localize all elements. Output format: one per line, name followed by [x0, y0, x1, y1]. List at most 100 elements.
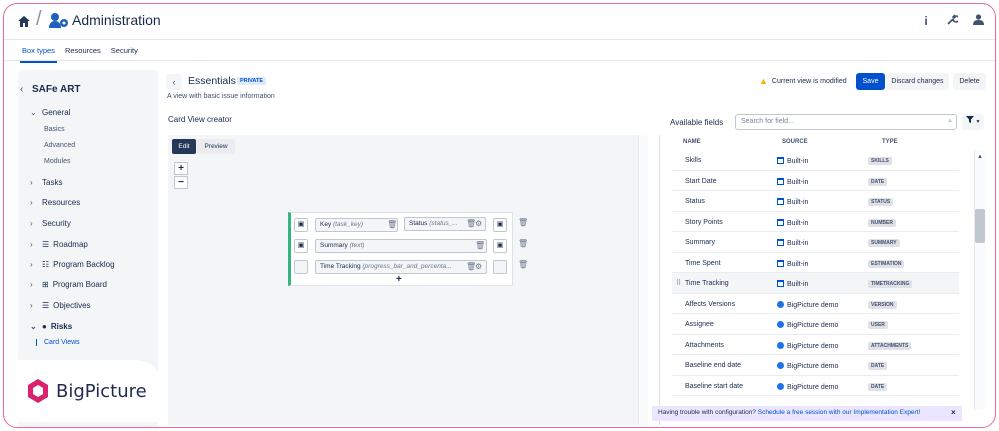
- field-type-badge: USER: [868, 321, 888, 329]
- field-type-badge: STATUS: [868, 198, 894, 206]
- sidebar-title: SAFe ART: [32, 84, 81, 95]
- field-summary[interactable]: Summary (text): [315, 239, 487, 253]
- warning-icon: ▲: [759, 76, 768, 86]
- chevron-left-icon[interactable]: ‹: [20, 84, 23, 95]
- fields-scrollbar[interactable]: [974, 150, 986, 410]
- sidebar-item-risks[interactable]: ⌄ ● Risks: [30, 322, 72, 331]
- scrollbar-thumb[interactable]: [975, 209, 985, 243]
- image-slot-icon[interactable]: ▣: [294, 239, 308, 253]
- field-type-badge: DATE: [868, 177, 888, 186]
- trash-icon[interactable]: 🗑: [518, 239, 528, 248]
- sidebar-item-label: Tasks: [42, 178, 63, 187]
- bigpicture-source-icon: [777, 300, 784, 308]
- zoom-out-button[interactable]: −: [174, 176, 188, 189]
- field-source-label: BigPicture demo: [787, 301, 839, 309]
- field-id: (task_key): [333, 221, 363, 228]
- field-source-cell: Built-in: [777, 198, 808, 206]
- column-header-name[interactable]: NAME: [683, 139, 701, 145]
- image-slot-icon[interactable]: ▣: [294, 218, 308, 232]
- table-row[interactable]: Skills Built-in SKILLS: [672, 150, 959, 171]
- edit-button[interactable]: Edit: [172, 139, 196, 154]
- info-icon[interactable]: i: [919, 14, 933, 28]
- chevron-down-icon: ⌄: [30, 322, 37, 331]
- table-row[interactable]: Status Built-in STATUS: [672, 191, 959, 212]
- logo-text: BigPicture: [56, 380, 147, 402]
- table-row[interactable]: Baseline end date BigPicture demo DATE: [672, 355, 959, 376]
- private-badge: PRIVATE: [237, 77, 267, 85]
- sidebar-item-objectives[interactable]: › ☰ Objectives: [30, 301, 91, 310]
- discard-changes-button[interactable]: Discard changes: [886, 73, 949, 90]
- sidebar-item-roadmap[interactable]: › ☰ Roadmap: [30, 240, 88, 249]
- filter-button[interactable]: ▼: [962, 114, 984, 130]
- table-row[interactable]: Start Date Built-in DATE: [672, 171, 959, 191]
- schedule-session-link[interactable]: Schedule a free session with our Impleme…: [758, 409, 921, 416]
- field-source-label: BigPicture demo: [787, 383, 839, 391]
- chevron-right-icon: ›: [30, 280, 33, 289]
- sidebar-item-label: Roadmap: [53, 240, 88, 249]
- table-row[interactable]: Baseline start date BigPicture demo DATE: [672, 376, 959, 396]
- sidebar-subitem-basics[interactable]: Basics: [44, 126, 65, 133]
- sidebar-subitem-modules[interactable]: Modules: [44, 158, 70, 165]
- home-icon[interactable]: [18, 14, 30, 32]
- chevron-right-icon: ›: [30, 219, 33, 228]
- zoom-in-button[interactable]: +: [174, 162, 188, 175]
- field-type-badge: DATE: [868, 362, 888, 370]
- empty-slot[interactable]: [294, 260, 308, 274]
- trash-icon[interactable]: 🗑: [475, 241, 485, 250]
- table-row[interactable]: Assignee BigPicture demo USER: [672, 314, 959, 335]
- field-source-cell: BigPicture demo: [777, 300, 839, 309]
- field-source-label: Built-in: [787, 199, 809, 206]
- column-header-source[interactable]: SOURCE: [782, 139, 808, 145]
- calendar-icon: [777, 239, 784, 246]
- field-source-cell: Built-in: [777, 157, 808, 165]
- sidebar-item-resources[interactable]: › Resources: [30, 198, 80, 207]
- table-row[interactable]: Story Points Built-in NUMBER: [672, 212, 959, 232]
- field-name-cell: Time Spent: [685, 259, 721, 267]
- table-row[interactable]: Affects Versions BigPicture demo VERSION: [672, 294, 959, 314]
- image-slot-icon[interactable]: ▣: [493, 218, 507, 232]
- column-header-type[interactable]: TYPE: [882, 139, 898, 145]
- save-button[interactable]: Save: [856, 73, 885, 90]
- empty-slot[interactable]: [493, 260, 507, 274]
- sidebar-item-program-board[interactable]: › ⊞ Program Board: [30, 280, 107, 289]
- table-row[interactable]: Summary Built-in SUMMARY: [672, 232, 959, 253]
- sidebar-item-tasks[interactable]: › Tasks: [30, 178, 62, 187]
- chevron-right-icon: ›: [30, 240, 33, 249]
- close-icon[interactable]: ×: [951, 408, 956, 417]
- risks-icon: ●: [42, 322, 47, 331]
- field-time-tracking[interactable]: Time Tracking (progress_bar_and_percenta…: [315, 260, 487, 274]
- add-row-button[interactable]: +: [396, 274, 402, 285]
- wrench-icon[interactable]: [945, 14, 960, 28]
- user-icon[interactable]: [971, 14, 985, 28]
- field-id: (progress_bar_and_percenta...: [362, 263, 452, 270]
- gear-icon[interactable]: ⚙: [475, 219, 482, 228]
- search-placeholder: Search for field...: [741, 118, 794, 125]
- filter-icon: [965, 116, 974, 123]
- delete-button[interactable]: Delete: [953, 73, 986, 90]
- field-type-badge: VERSION: [868, 300, 897, 309]
- field-type-badge: TIMETRACKING: [868, 280, 913, 288]
- field-key[interactable]: Key (task_key): [315, 218, 398, 232]
- scroll-up-icon[interactable]: ▲: [977, 154, 983, 160]
- back-button[interactable]: ‹: [166, 74, 182, 90]
- trash-icon[interactable]: 🗑: [518, 260, 528, 269]
- search-input[interactable]: Search for field... ⌕: [735, 114, 957, 130]
- chevron-down-icon: ▼: [975, 119, 981, 125]
- table-row[interactable]: Attachments BigPicture demo ATTACHMENTS: [672, 335, 959, 355]
- sidebar-item-security[interactable]: › Security: [30, 219, 71, 228]
- sidebar-item-program-backlog[interactable]: › ☷ Program Backlog: [30, 260, 115, 269]
- sidebar-subitem-advanced[interactable]: Advanced: [44, 142, 75, 149]
- trash-icon[interactable]: 🗑: [518, 218, 528, 227]
- image-slot-icon[interactable]: ▣: [493, 239, 507, 253]
- preview-button[interactable]: Preview: [197, 139, 235, 154]
- gear-icon[interactable]: ⚙: [475, 262, 482, 271]
- sidebar-item-general[interactable]: ⌄ General: [30, 108, 70, 117]
- field-source-label: Built-in: [787, 240, 809, 247]
- table-row[interactable]: Time Spent Built-in ESTIMATION: [672, 253, 959, 273]
- table-row[interactable]: ⠿ Time Tracking Built-in TIMETRACKING: [672, 273, 959, 294]
- drag-handle-icon[interactable]: ⠿: [676, 279, 681, 287]
- trash-icon[interactable]: 🗑: [387, 220, 397, 229]
- canvas-scrollbar[interactable]: [638, 135, 648, 425]
- sidebar-subitem-card-views[interactable]: Card Views: [36, 339, 80, 346]
- field-name-cell: Time Tracking: [685, 280, 729, 287]
